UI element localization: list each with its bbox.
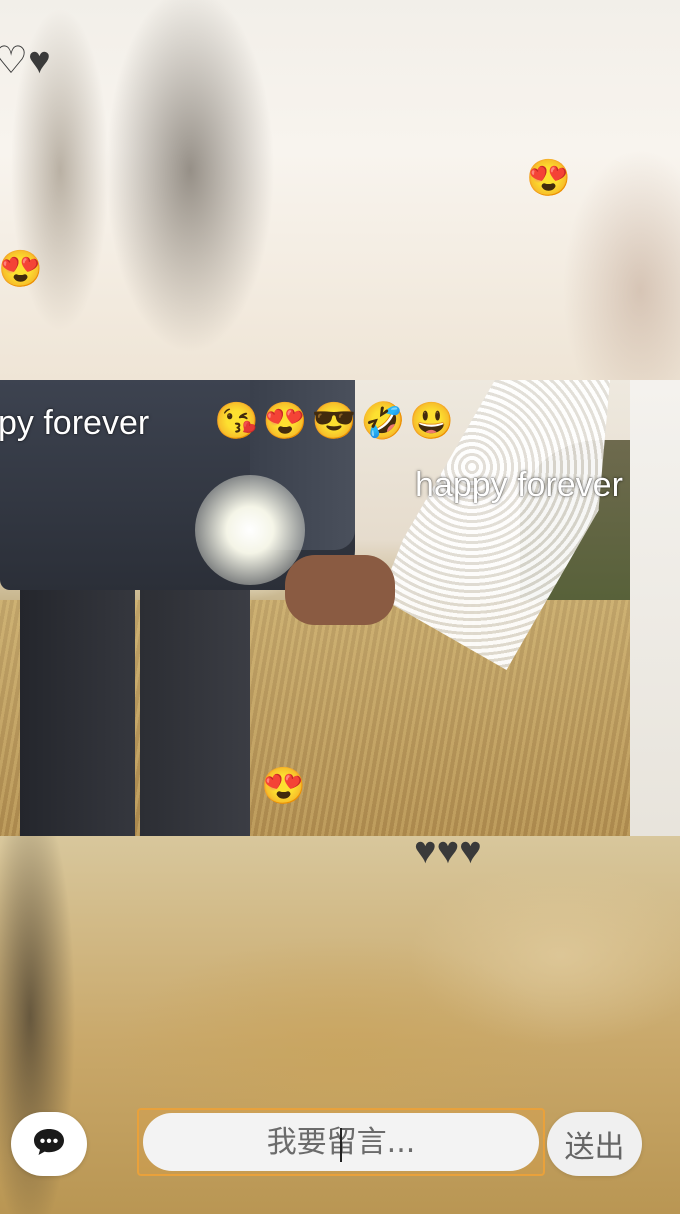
chat-toggle-button[interactable] xyxy=(11,1112,87,1176)
danmaku-emoji-left: 😍 xyxy=(0,248,43,289)
blurred-background-top xyxy=(0,0,680,380)
danmaku-emoji-top-right: 😍 xyxy=(526,157,571,198)
danmaku-emoji-photo-bottom: 😍 xyxy=(261,765,306,806)
chat-bubble-icon xyxy=(32,1127,66,1161)
wedding-photo xyxy=(0,380,680,836)
danmaku-emoji-row: 😘😍😎🤣😃 xyxy=(214,400,459,441)
send-button[interactable]: 送出 xyxy=(547,1112,642,1176)
danmaku-text-left: py forever xyxy=(0,404,150,442)
danmaku-hearts-top: ♡♥ xyxy=(0,40,51,82)
danmaku-text-right: happy forever xyxy=(415,466,623,504)
danmaku-hearts-bottom: ♥♥♥ xyxy=(414,830,482,872)
text-caret xyxy=(340,1128,342,1162)
